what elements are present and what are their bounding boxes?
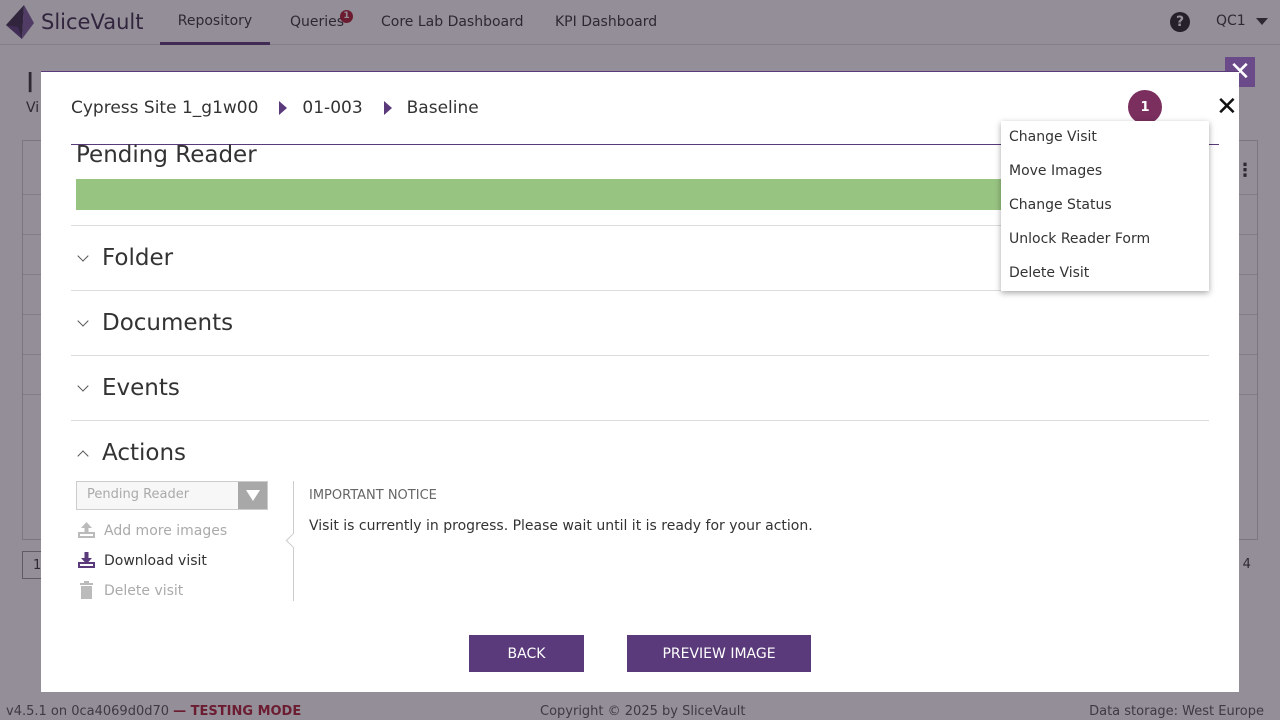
menu-item-delete-visit[interactable]: Delete Visit <box>1009 265 1089 281</box>
status-select: Pending Reader <box>76 481 268 510</box>
delete-visit-action: Delete visit <box>77 581 183 600</box>
preview-image-button[interactable]: PREVIEW IMAGE <box>627 635 811 672</box>
download-visit-label: Download visit <box>104 552 207 569</box>
add-more-images-label: Add more images <box>104 522 228 539</box>
section-actions-title: Actions <box>102 440 187 466</box>
notice-text: Visit is currently in progress. Please w… <box>309 518 813 534</box>
chevron-up-icon <box>77 449 89 462</box>
section-events[interactable]: Events <box>71 355 1209 420</box>
breadcrumb-site[interactable]: Cypress Site 1_g1w00 <box>71 98 258 118</box>
trash-icon <box>80 581 93 599</box>
download-icon <box>78 552 95 568</box>
delete-visit-label: Delete visit <box>104 582 184 599</box>
section-events-title: Events <box>102 375 180 401</box>
breadcrumb-separator-icon <box>279 101 288 115</box>
visit-menu-badge[interactable]: 1 <box>1128 90 1162 124</box>
chevron-down-icon <box>77 314 89 327</box>
add-more-images-action: Add more images <box>77 521 227 540</box>
menu-item-move-images[interactable]: Move Images <box>1009 163 1102 179</box>
notice-title: IMPORTANT NOTICE <box>309 488 437 503</box>
breadcrumb-subject[interactable]: 01-003 <box>302 98 362 118</box>
visit-actions-menu: Change Visit Move Images Change Status U… <box>1001 121 1209 291</box>
visit-progress-fill <box>76 179 1006 210</box>
status-select-value: Pending Reader <box>87 487 190 502</box>
menu-item-unlock-reader-form[interactable]: Unlock Reader Form <box>1009 231 1150 247</box>
visit-status-label: Pending Reader <box>76 142 257 168</box>
chevron-down-icon <box>77 249 89 262</box>
status-select-toggle <box>238 482 267 509</box>
section-folder-title: Folder <box>102 245 174 271</box>
breadcrumb-visit: Baseline <box>406 98 479 118</box>
menu-item-change-status[interactable]: Change Status <box>1009 197 1112 213</box>
back-button[interactable]: BACK <box>469 635 584 672</box>
menu-item-change-visit[interactable]: Change Visit <box>1009 129 1097 145</box>
close-icon[interactable]: ✕ <box>1216 94 1238 120</box>
section-documents-title: Documents <box>102 310 234 336</box>
download-visit-action[interactable]: Download visit <box>77 551 207 570</box>
section-actions[interactable]: Actions <box>71 420 1209 485</box>
important-notice-panel: IMPORTANT NOTICE Visit is currently in p… <box>285 481 1213 601</box>
upload-icon <box>78 522 95 538</box>
breadcrumb-separator-icon <box>383 101 392 115</box>
triangle-down-icon <box>245 490 260 501</box>
section-documents[interactable]: Documents <box>71 290 1209 355</box>
chevron-down-icon <box>77 379 89 392</box>
